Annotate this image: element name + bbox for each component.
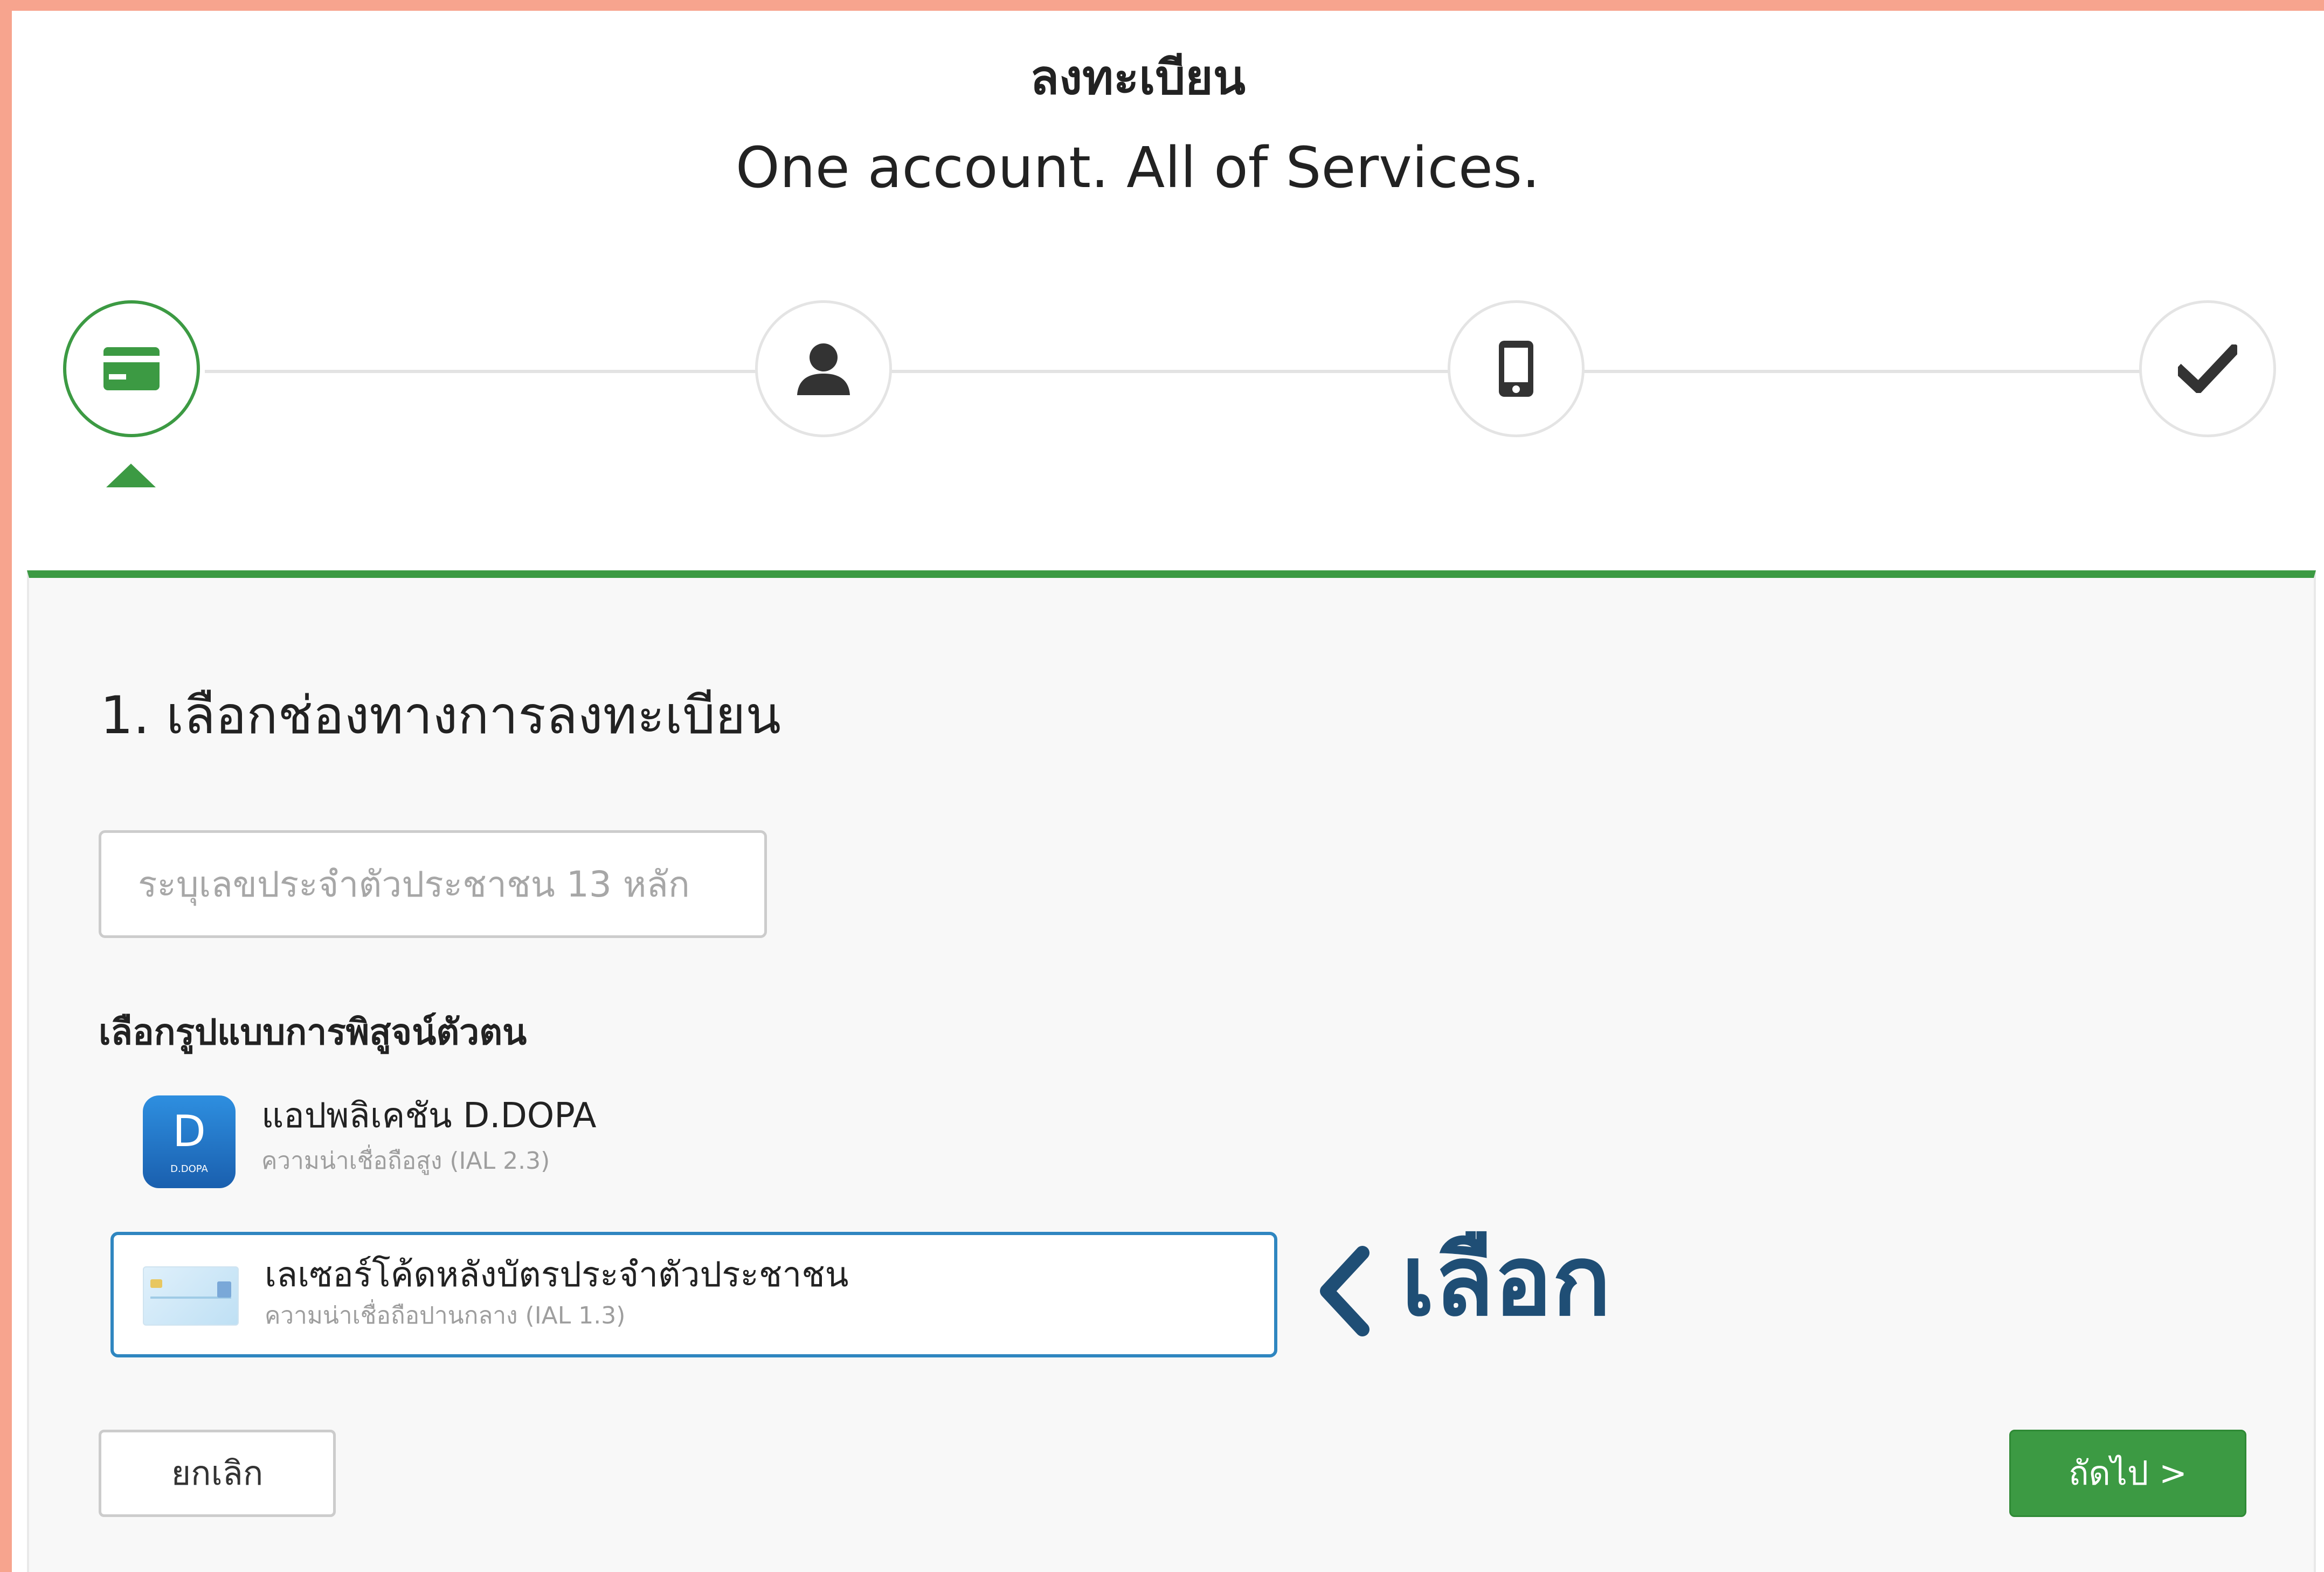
checkmark-icon	[2178, 344, 2237, 393]
id-card-image-icon	[143, 1266, 239, 1326]
ddopa-app-icon: D D.DOPA	[143, 1095, 236, 1188]
choose-annotation-label: เลือก	[1401, 1225, 1611, 1337]
id-card-icon	[103, 347, 160, 390]
frame-border-top	[0, 0, 2324, 11]
stepper-line	[205, 370, 2145, 373]
section-title: 1. เลือกช่องทางการลงทะเบียน	[100, 685, 781, 746]
option-title: เลเซอร์โค้ดหลังบัตรประจำตัวประชาชน	[265, 1255, 849, 1295]
step-3-phone	[1448, 300, 1585, 437]
option-ddopa-app[interactable]: D D.DOPA แอปพลิเคชัน D.DOPA ความน่าเชื่อ…	[110, 1073, 1277, 1208]
page-subtitle: One account. All of Services.	[735, 135, 1540, 201]
verification-method-label: เลือกรูปแบบการพิสูจน์ตัวตน	[99, 1011, 527, 1053]
mobile-phone-icon	[1499, 341, 1533, 397]
step-1-id-card	[63, 300, 200, 437]
option-subtitle: ความน่าเชื่อถือปานกลาง (IAL 1.3)	[265, 1302, 626, 1329]
active-step-pointer	[106, 464, 156, 487]
step-4-complete	[2139, 300, 2276, 437]
chevron-left-icon	[1320, 1246, 1370, 1336]
next-button[interactable]: ถัดไป >	[2009, 1430, 2246, 1517]
cancel-button[interactable]: ยกเลิก	[99, 1430, 336, 1517]
option-subtitle: ความน่าเชื่อถือสูง (IAL 2.3)	[261, 1147, 550, 1175]
option-title: แอปพลิเคชัน D.DOPA	[261, 1096, 597, 1136]
citizen-id-input[interactable]	[99, 830, 767, 938]
page-title: ลงทะเบียน	[1030, 50, 1246, 105]
option-laser-code[interactable]: เลเซอร์โค้ดหลังบัตรประจำตัวประชาชน ความน…	[110, 1232, 1277, 1357]
frame-border-left	[0, 0, 12, 1572]
step-2-personal-info	[755, 300, 892, 437]
user-icon	[797, 343, 850, 395]
